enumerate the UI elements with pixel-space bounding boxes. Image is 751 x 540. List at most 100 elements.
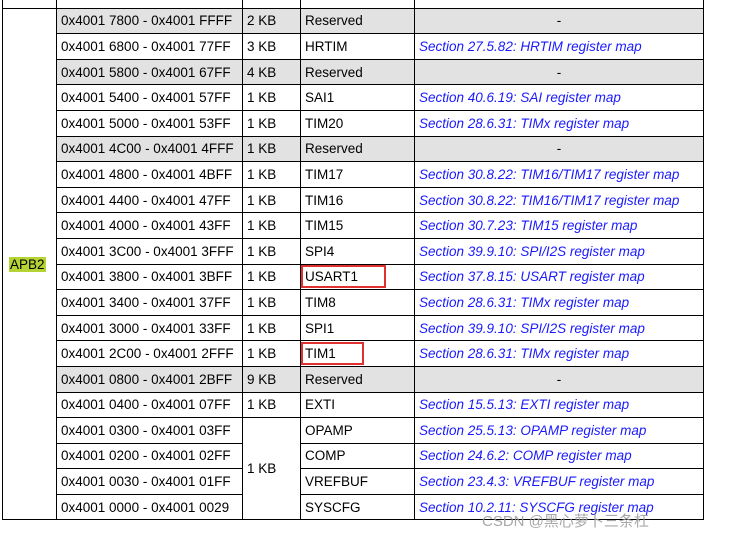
address-range: 0x4001 3C00 - 0x4001 3FFF bbox=[56, 237, 243, 265]
table-row: 0x4001 0400 - 0x4001 07FF 1 KB EXTI Section… bbox=[3, 391, 704, 419]
register-map-link[interactable]: Section 30.8.22: TIM16/TIM17 register ma… bbox=[414, 161, 704, 188]
table-row: 0x4001 5400 - 0x4001 57FF 1 KB SAI1 Section… bbox=[3, 84, 704, 111]
register-map-link[interactable]: Section 25.5.13: OPAMP register map bbox=[414, 417, 704, 444]
size: 1 KB bbox=[242, 417, 301, 521]
size: 3 KB bbox=[242, 33, 301, 60]
reserved-row: 0x4001 5800 - 0x4001 67FF 4 KB Reserved - bbox=[3, 58, 704, 86]
size: 1 KB bbox=[242, 391, 301, 419]
address-range: 0x4001 6800 - 0x4001 77FF bbox=[56, 33, 243, 60]
register-map-link[interactable]: Section 37.8.15: USART register map bbox=[414, 263, 704, 291]
table-row: 0x4001 0300 - 0x4001 03FF 1 KB OPAMP Sectio… bbox=[3, 417, 704, 521]
size: 4 KB bbox=[242, 58, 301, 86]
watermark: CSDN @黑心萝卜三条杠 bbox=[482, 513, 649, 530]
address-range: 0x4001 4000 - 0x4001 43FF bbox=[56, 212, 243, 239]
peripheral-name: TIM15 bbox=[300, 212, 415, 239]
table-row: 0x4001 3400 - 0x4001 37FF 1 KB TIM8 Section… bbox=[3, 289, 704, 316]
peripheral-name: TIM1 bbox=[300, 340, 415, 367]
register-map-link[interactable]: Section 39.9.10: SPI/I2S register map bbox=[414, 237, 704, 265]
register-map-link[interactable]: Section 28.6.31: TIMx register map bbox=[414, 289, 704, 316]
address-range: 0x4001 0200 - 0x4001 02FF bbox=[56, 442, 243, 470]
register-map-link[interactable]: Section 24.6.2: COMP register map bbox=[414, 442, 704, 470]
address-range: 0x4001 3800 - 0x4001 3BFF bbox=[56, 263, 243, 291]
size: 1 KB bbox=[242, 237, 301, 265]
register-map-link[interactable]: Section 30.8.22: TIM16/TIM17 register ma… bbox=[414, 186, 704, 214]
address-range: 0x4001 5800 - 0x4001 67FF bbox=[56, 58, 243, 86]
peripheral-name: Reserved bbox=[300, 7, 415, 35]
table-row: 0x4001 0030 - 0x4001 01FF VREFBUF Section … bbox=[3, 468, 704, 495]
register-map-link[interactable]: Section 30.7.23: TIM15 register map bbox=[414, 212, 704, 239]
table-row: 0x4001 3800 - 0x4001 3BFF 1 KB USART1 Secti… bbox=[3, 263, 704, 291]
address-range: 0x4001 4800 - 0x4001 4BFF bbox=[56, 161, 243, 188]
memory-map-table: APB2 0x4001 7800 - 0x4001 FFFF 2 KB Reserve… bbox=[2, 0, 704, 521]
peripheral-name: SYSCFG bbox=[300, 493, 415, 521]
peripheral-name: SPI4 bbox=[300, 237, 415, 265]
address-range: 0x4001 4400 - 0x4001 47FF bbox=[56, 186, 243, 214]
reserved-row: 0x4001 4C00 - 0x4001 4FFF 1 KB Reserved - bbox=[3, 135, 704, 163]
reserved-row: APB2 0x4001 7800 - 0x4001 FFFF 2 KB Reserve… bbox=[2, 7, 704, 521]
peripheral-name: TIM20 bbox=[300, 109, 415, 137]
peripheral-name: TIM16 bbox=[300, 186, 415, 214]
size: 1 KB bbox=[242, 263, 301, 291]
table-row bbox=[2, 0, 704, 9]
size: 1 KB bbox=[242, 161, 301, 188]
table-row: 0x4001 0200 - 0x4001 02FF COMP Section 24.… bbox=[3, 442, 704, 470]
peripheral-name: VREFBUF bbox=[300, 468, 415, 495]
register-map-link[interactable]: Section 28.6.31: TIMx register map bbox=[414, 109, 704, 137]
peripheral-name: USART1 bbox=[300, 263, 415, 291]
table-row: 0x4001 6800 - 0x4001 77FF 3 KB HRTIM Sectio… bbox=[3, 33, 704, 60]
peripheral-name: Reserved bbox=[300, 135, 415, 163]
table-row: 0x4001 4000 - 0x4001 43FF 1 KB TIM15 Sectio… bbox=[3, 212, 704, 239]
address-range: 0x4001 0400 - 0x4001 07FF bbox=[56, 391, 243, 419]
address-range: 0x4001 5000 - 0x4001 53FF bbox=[56, 109, 243, 137]
size: 1 KB bbox=[242, 84, 301, 111]
size: 1 KB bbox=[242, 186, 301, 214]
address-range: 0x4001 2C00 - 0x4001 2FFF bbox=[56, 340, 243, 367]
size: 1 KB bbox=[242, 289, 301, 316]
register-map-link[interactable]: Section 27.5.82: HRTIM register map bbox=[414, 33, 704, 60]
table-row: 0x4001 3000 - 0x4001 33FF 1 KB SPI1 Section… bbox=[3, 314, 704, 342]
register-map-ref: - bbox=[414, 365, 704, 393]
register-map-link[interactable]: Section 15.5.13: EXTI register map bbox=[414, 391, 704, 419]
peripheral-name: COMP bbox=[300, 442, 415, 470]
size: 1 KB bbox=[242, 212, 301, 239]
peripheral-name: TIM17 bbox=[300, 161, 415, 188]
address-range: 0x4001 0800 - 0x4001 2BFF bbox=[56, 365, 243, 393]
address-range: 0x4001 4C00 - 0x4001 4FFF bbox=[56, 135, 243, 163]
bus-cell: APB2 bbox=[2, 7, 57, 521]
register-map-link[interactable]: Section 28.6.31: TIMx register map bbox=[414, 340, 704, 367]
table-row: 0x4001 4800 - 0x4001 4BFF 1 KB TIM17 Sectio… bbox=[3, 161, 704, 188]
address-range: 0x4001 3000 - 0x4001 33FF bbox=[56, 314, 243, 342]
size: 2 KB bbox=[242, 7, 301, 35]
register-map-link[interactable]: Section 23.4.3: VREFBUF register map bbox=[414, 468, 704, 495]
register-map-link[interactable]: Section 39.9.10: SPI/I2S register map bbox=[414, 314, 704, 342]
register-map-ref: - bbox=[414, 135, 704, 163]
table-row: 0x4001 5000 - 0x4001 53FF 1 KB TIM20 Sectio… bbox=[3, 109, 704, 137]
size: 1 KB bbox=[242, 109, 301, 137]
register-map-ref: - bbox=[414, 58, 704, 86]
reserved-row: 0x4001 0800 - 0x4001 2BFF 9 KB Reserved - bbox=[3, 365, 704, 393]
size: 1 KB bbox=[242, 340, 301, 367]
size: 1 KB bbox=[242, 135, 301, 163]
bus-label: APB2 bbox=[9, 256, 46, 272]
address-range: 0x4001 0000 - 0x4001 0029 bbox=[56, 493, 243, 521]
peripheral-name: SPI1 bbox=[300, 314, 415, 342]
address-range: 0x4001 3400 - 0x4001 37FF bbox=[56, 289, 243, 316]
peripheral-name: Reserved bbox=[300, 365, 415, 393]
highlight-box: TIM1 bbox=[301, 342, 364, 366]
size: 9 KB bbox=[242, 365, 301, 393]
peripheral-name: OPAMP bbox=[300, 417, 415, 444]
table-row: 0x4001 4400 - 0x4001 47FF 1 KB TIM16 Sectio… bbox=[3, 186, 704, 214]
table-row: 0x4001 2C00 - 0x4001 2FFF 1 KB TIM1 Section… bbox=[3, 340, 704, 367]
peripheral-name: Reserved bbox=[300, 58, 415, 86]
address-range: 0x4001 7800 - 0x4001 FFFF bbox=[56, 7, 243, 35]
highlight-box: USART1 bbox=[301, 265, 387, 289]
register-map-ref: - bbox=[414, 7, 704, 35]
peripheral-name: SAI1 bbox=[300, 84, 415, 111]
peripheral-name: HRTIM bbox=[300, 33, 415, 60]
register-map-link[interactable]: Section 40.6.19: SAI register map bbox=[414, 84, 704, 111]
address-range: 0x4001 5400 - 0x4001 57FF bbox=[56, 84, 243, 111]
peripheral-name: EXTI bbox=[300, 391, 415, 419]
peripheral-name: TIM8 bbox=[300, 289, 415, 316]
address-range: 0x4001 0300 - 0x4001 03FF bbox=[56, 417, 243, 444]
address-range: 0x4001 0030 - 0x4001 01FF bbox=[56, 468, 243, 495]
